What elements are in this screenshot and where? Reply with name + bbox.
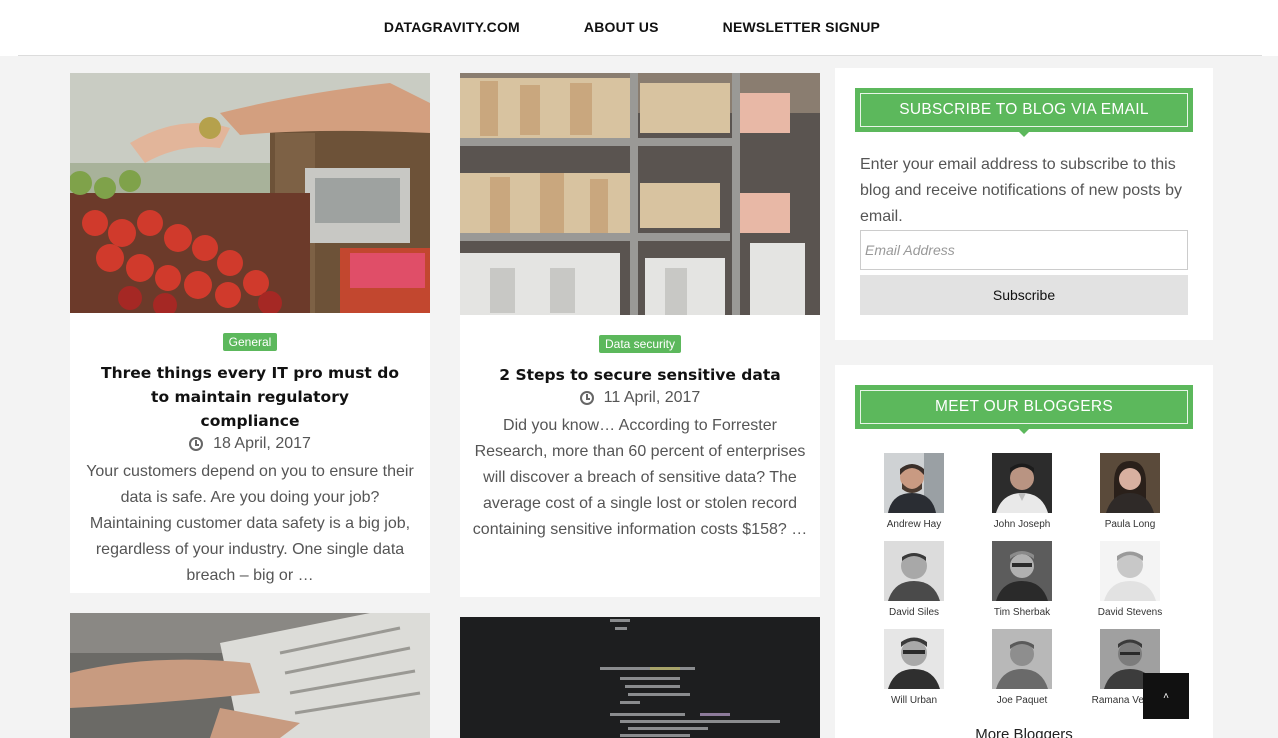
blogger-name[interactable]: Will Urban bbox=[859, 695, 969, 706]
post-card: General Three things every IT pro must d… bbox=[70, 73, 430, 593]
blogger-name[interactable]: John Joseph bbox=[967, 519, 1077, 530]
avatar[interactable] bbox=[992, 453, 1052, 513]
post-date-text: 18 April, 2017 bbox=[213, 435, 311, 452]
subscribe-widget: SUBSCRIBE TO BLOG VIA EMAIL Enter your e… bbox=[835, 68, 1213, 340]
post-card bbox=[70, 613, 430, 738]
blogger-card[interactable]: John Joseph bbox=[967, 453, 1077, 530]
blogger-card[interactable]: Joe Paquet bbox=[967, 629, 1077, 706]
post-image-market[interactable] bbox=[70, 73, 430, 313]
title-notch bbox=[1019, 132, 1029, 137]
blogger-card[interactable]: Will Urban bbox=[859, 629, 969, 706]
post-image-newspaper[interactable] bbox=[70, 613, 430, 738]
more-bloggers-link[interactable]: More Bloggers bbox=[835, 726, 1213, 738]
email-field[interactable] bbox=[860, 230, 1188, 270]
post-excerpt: Your customers depend on you to ensure t… bbox=[86, 463, 414, 584]
widget-title-bar: SUBSCRIBE TO BLOG VIA EMAIL bbox=[855, 88, 1193, 137]
subscribe-widget-title: SUBSCRIBE TO BLOG VIA EMAIL bbox=[860, 93, 1188, 127]
blogger-name[interactable]: Tim Sherbak bbox=[967, 607, 1077, 618]
nav-about-us[interactable]: ABOUT US bbox=[584, 19, 659, 35]
blogger-name[interactable]: Andrew Hay bbox=[859, 519, 969, 530]
blogger-card[interactable]: David Siles bbox=[859, 541, 969, 618]
blogger-card[interactable]: David Stevens bbox=[1075, 541, 1185, 618]
post-date-text: 11 April, 2017 bbox=[603, 389, 701, 406]
main-nav: DATAGRAVITY.COM ABOUT US NEWSLETTER SIGN… bbox=[0, 19, 1278, 35]
widget-title-bar: MEET OUR BLOGGERS bbox=[855, 385, 1193, 434]
nav-datagravity[interactable]: DATAGRAVITY.COM bbox=[384, 19, 520, 35]
category-badge[interactable]: Data security bbox=[598, 335, 682, 353]
blogger-name[interactable]: Joe Paquet bbox=[967, 695, 1077, 706]
bloggers-widget-title: MEET OUR BLOGGERS bbox=[860, 390, 1188, 424]
blogger-card[interactable]: Andrew Hay bbox=[859, 453, 969, 530]
nav-divider bbox=[18, 55, 1262, 56]
nav-newsletter-signup[interactable]: NEWSLETTER SIGNUP bbox=[723, 19, 880, 35]
top-nav-bar: DATAGRAVITY.COM ABOUT US NEWSLETTER SIGN… bbox=[0, 0, 1278, 56]
avatar[interactable] bbox=[884, 541, 944, 601]
subscribe-description: Enter your email address to subscribe to… bbox=[860, 156, 1182, 225]
post-excerpt: Did you know… According to Forrester Res… bbox=[472, 417, 808, 538]
avatar[interactable] bbox=[992, 629, 1052, 689]
post-date: 18 April, 2017 bbox=[80, 435, 420, 453]
post-image-code[interactable] bbox=[460, 617, 820, 738]
clock-icon bbox=[189, 437, 204, 451]
clock-icon bbox=[579, 391, 594, 405]
post-title[interactable]: 2 Steps to secure sensitive data bbox=[470, 363, 810, 387]
title-notch bbox=[1019, 429, 1029, 434]
avatar[interactable] bbox=[992, 541, 1052, 601]
post-card: Data security 2 Steps to secure sensitiv… bbox=[460, 73, 820, 597]
avatar[interactable] bbox=[1100, 541, 1160, 601]
avatar[interactable] bbox=[884, 453, 944, 513]
blogger-card[interactable]: Tim Sherbak bbox=[967, 541, 1077, 618]
blogger-name[interactable]: David Stevens bbox=[1075, 607, 1185, 618]
blogger-card[interactable]: Paula Long bbox=[1075, 453, 1185, 530]
blogger-name[interactable]: David Siles bbox=[859, 607, 969, 618]
category-badge[interactable]: General bbox=[222, 333, 278, 351]
post-date: 11 April, 2017 bbox=[470, 389, 810, 407]
post-card bbox=[460, 617, 820, 738]
blogger-name[interactable]: Paula Long bbox=[1075, 519, 1185, 530]
post-image-archive[interactable] bbox=[460, 73, 820, 315]
caret-up-icon: ˄ bbox=[1163, 690, 1169, 702]
subscribe-button[interactable]: Subscribe bbox=[860, 275, 1188, 315]
post-title[interactable]: Three things every IT pro must do to mai… bbox=[80, 361, 420, 433]
avatar[interactable] bbox=[884, 629, 944, 689]
back-to-top-button[interactable]: ˄ bbox=[1143, 673, 1189, 719]
avatar[interactable] bbox=[1100, 453, 1160, 513]
